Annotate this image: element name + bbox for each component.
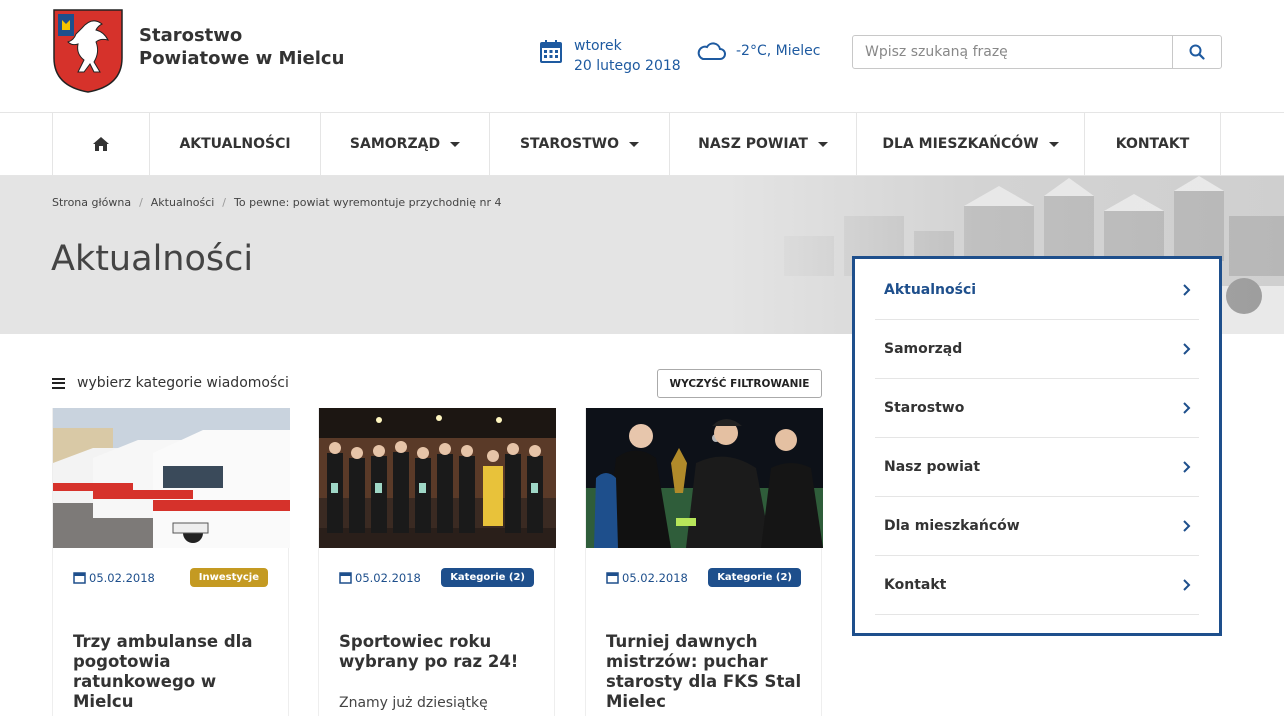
search-box [852,35,1222,69]
chevron-right-icon [1183,579,1191,591]
site-name[interactable]: Starostwo Powiatowe w Mielcu [139,24,344,70]
news-date-text: 05.02.2018 [355,570,421,585]
news-excerpt: Znamy już dziesiątkę [339,695,488,711]
breadcrumb-current: To pewne: powiat wyremontuje przychodnię… [234,196,502,209]
date-full: 20 lutego 2018 [574,58,681,74]
nav-kontakt[interactable]: KONTAKT [1084,113,1221,175]
sidebar-item-label: Starostwo [884,400,965,416]
calendar-icon [339,572,352,584]
news-date: 05.02.2018 [606,571,688,585]
sidebar-item-label: Nasz powiat [884,459,981,475]
sidebar-menu: Aktualności Samorząd Starostwo Nasz powi… [852,256,1222,636]
search-icon [1189,44,1205,60]
nav-starostwo[interactable]: STAROSTWO [489,113,669,175]
news-title[interactable]: Sportowiec roku wybrany po raz 24! [339,632,542,672]
nav-aktualnosci[interactable]: AKTUALNOŚCI [149,113,320,175]
sidebar-item-starostwo[interactable]: Starostwo [875,379,1199,438]
chevron-right-icon [1183,402,1191,414]
sidebar-item-dla-mieszkancow[interactable]: Dla mieszkańców [875,497,1199,556]
nav-label: AKTUALNOŚCI [179,136,291,152]
news-card[interactable]: 05.02.2018 Kategorie (2) Sportowiec roku… [318,408,556,716]
cloud-icon [697,42,726,60]
sidebar-item-kontakt[interactable]: Kontakt [875,556,1199,615]
date-widget: wtorek 20 lutego 2018 [540,36,681,76]
sidebar-item-label: Kontakt [884,577,947,593]
weather-text: -2°C, Mielec [736,43,821,59]
news-title[interactable]: Trzy ambulanse dla pogotowia ratunkowego… [73,632,276,712]
award-ceremony-photo[interactable] [319,408,556,548]
news-date-text: 05.02.2018 [89,570,155,585]
chevron-right-icon [1183,343,1191,355]
nav-nasz-powiat[interactable]: NASZ POWIAT [669,113,856,175]
calendar-icon [540,40,562,63]
search-button[interactable] [1172,36,1221,68]
breadcrumb-separator: / [222,196,227,209]
nav-label: DLA MIESZKAŃCÓW [882,136,1039,152]
chevron-right-icon [1183,520,1191,532]
sidebar-item-label: Samorząd [884,341,963,357]
clear-filter-button[interactable]: WYCZYŚĆ FILTROWANIE [657,369,822,398]
site-name-line2: Powiatowe w Mielcu [139,48,345,69]
category-badge[interactable]: Inwestycje [189,568,268,587]
breadcrumb-home-link[interactable]: Strona główna [52,196,131,209]
nav-dla-mieszkancow[interactable]: DLA MIESZKAŃCÓW [856,113,1084,175]
ambulances-photo[interactable] [53,408,290,548]
site-header: Starostwo Powiatowe w Mielcu wtorek 20 l… [0,0,1284,112]
chevron-right-icon [1183,461,1191,473]
breadcrumb-separator: / [139,196,143,209]
calendar-icon [73,572,86,584]
nav-home[interactable] [52,113,149,175]
weather-widget: -2°C, Mielec [696,40,820,62]
date-day: wtorek [574,38,622,54]
news-date: 05.02.2018 [339,571,421,585]
news-date-text: 05.02.2018 [622,570,688,585]
breadcrumb: Strona główna / Aktualności / To pewne: … [52,196,501,209]
sidebar-item-nasz-powiat[interactable]: Nasz powiat [875,438,1199,497]
football-trophy-photo[interactable] [586,408,823,548]
caret-down-icon [450,141,461,147]
news-card[interactable]: 05.02.2018 Kategorie (2) Turniej dawnych… [585,408,823,716]
nav-label: STAROSTWO [519,136,620,152]
page-title: Aktualności [51,239,254,279]
nav-label: SAMORZĄD [349,136,441,152]
site-name-line1: Starostwo [139,25,243,46]
home-icon [93,137,109,151]
category-badge[interactable]: Kategorie (2) [441,568,534,587]
coat-of-arms-logo[interactable] [52,8,124,94]
search-input[interactable] [853,36,1172,68]
main-navigation: AKTUALNOŚCI SAMORZĄD STAROSTWO NASZ POWI… [0,112,1284,176]
news-card[interactable]: 05.02.2018 Inwestycje Trzy ambulanse dla… [52,408,290,716]
news-title[interactable]: Turniej dawnych mistrzów: puchar starost… [606,632,809,712]
sidebar-item-label: Dla mieszkańców [884,518,1020,534]
caret-down-icon [1048,141,1059,147]
caret-down-icon [817,141,828,147]
filter-label: wybierz kategorie wiadomości [77,375,289,391]
calendar-icon [606,572,619,584]
caret-down-icon [629,141,640,147]
sidebar-item-samorzad[interactable]: Samorząd [875,320,1199,379]
sidebar-item-aktualnosci[interactable]: Aktualności [875,261,1199,320]
menu-icon [52,377,65,389]
news-date: 05.02.2018 [73,571,155,585]
nav-label: KONTAKT [1115,136,1190,152]
sidebar-item-label: Aktualności [884,282,977,298]
category-filter-toggle[interactable]: wybierz kategorie wiadomości [52,375,289,391]
nav-samorzad[interactable]: SAMORZĄD [320,113,489,175]
breadcrumb-section-link[interactable]: Aktualności [151,196,215,209]
chevron-right-icon [1183,284,1191,296]
category-badge[interactable]: Kategorie (2) [708,568,801,587]
nav-label: NASZ POWIAT [698,136,808,152]
